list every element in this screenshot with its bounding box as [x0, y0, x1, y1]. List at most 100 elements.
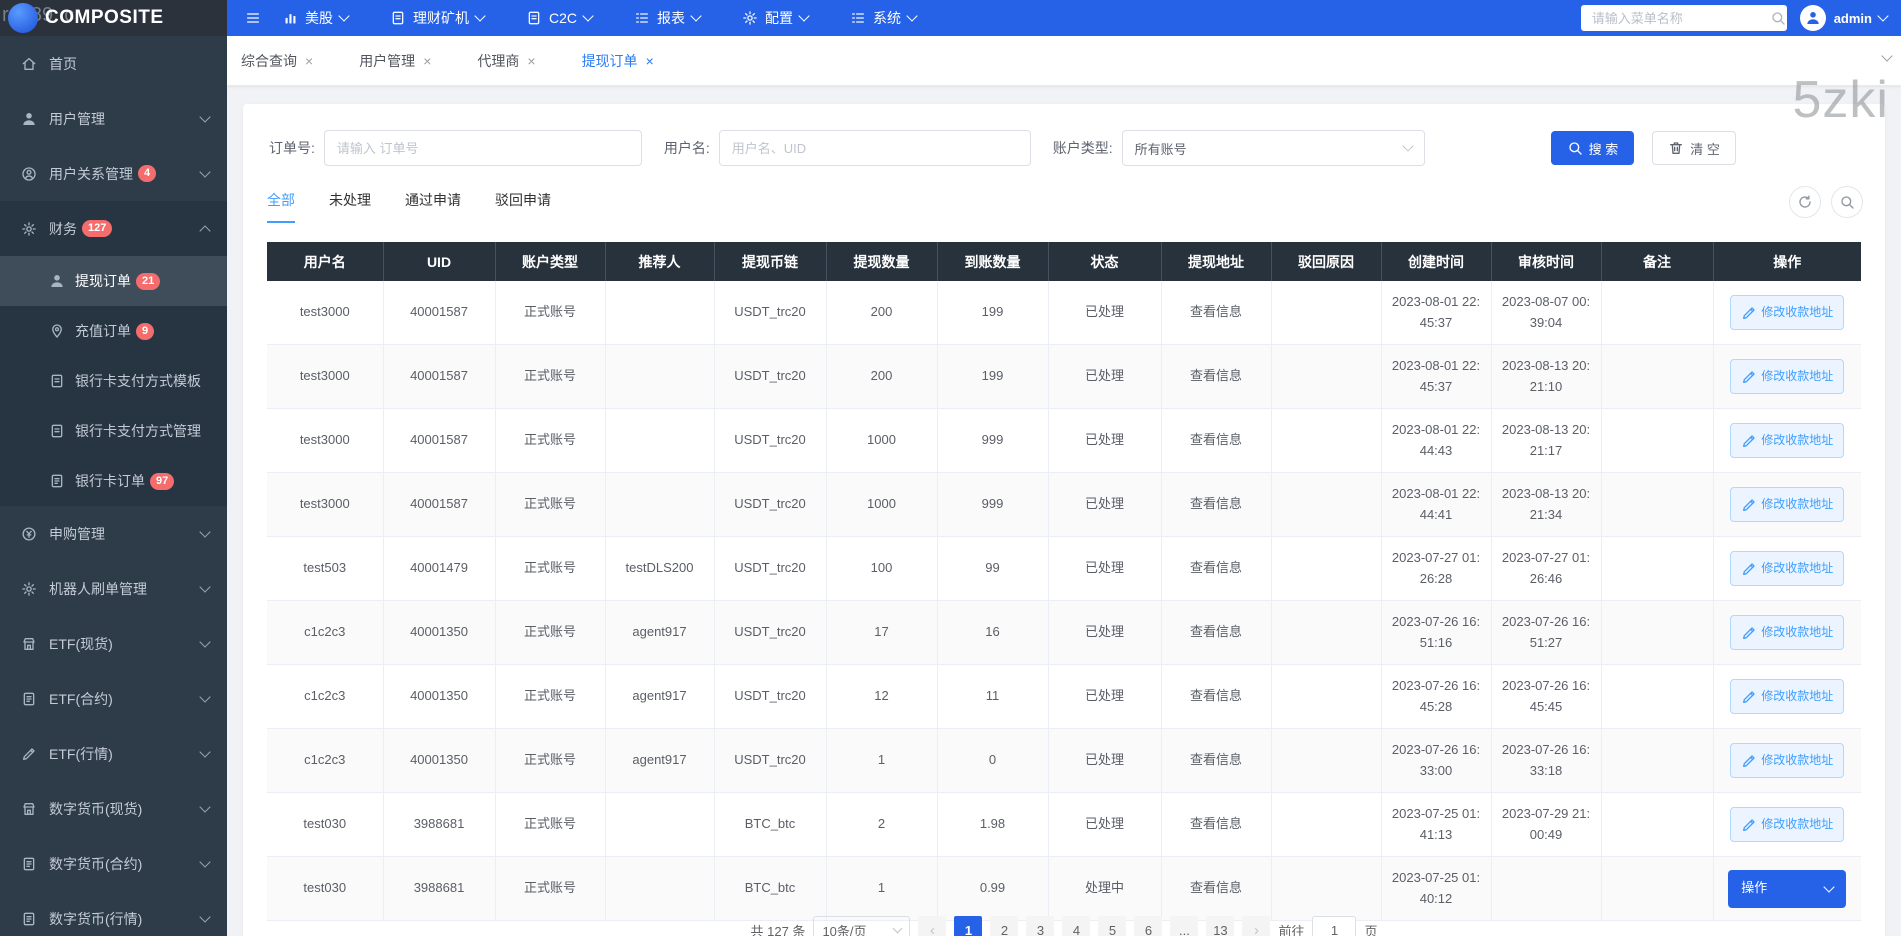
nav-menu-system[interactable]: 系统 — [850, 8, 918, 28]
tab-agents[interactable]: 代理商 × — [477, 51, 535, 71]
cell-username[interactable]: test030 — [267, 792, 384, 857]
search-icon[interactable] — [1770, 10, 1786, 26]
account-type-select[interactable]: 所有账号 — [1121, 130, 1425, 166]
user-menu[interactable]: admin — [1799, 5, 1889, 31]
sidebar-item-etf-quotes[interactable]: ETF(行情) — [0, 726, 227, 781]
sidebar-item-bankcard-orders[interactable]: 银行卡订单 97 — [0, 456, 227, 506]
page-ellipsis[interactable]: ... — [1170, 916, 1199, 936]
edit-address-button[interactable]: 修改收款地址 — [1730, 615, 1845, 650]
nav-menu-us-stocks[interactable]: 美股 — [283, 8, 350, 28]
close-icon[interactable]: × — [527, 53, 535, 69]
edit-address-button[interactable]: 修改收款地址 — [1730, 295, 1845, 330]
cell-address-link[interactable]: 查看信息 — [1161, 472, 1272, 537]
close-icon[interactable]: × — [305, 53, 313, 69]
cell-address-link[interactable]: 查看信息 — [1161, 408, 1272, 473]
sidebar-item-crypto-contract[interactable]: 数字货币(合约) — [0, 836, 227, 891]
edit-address-button[interactable]: 修改收款地址 — [1730, 551, 1845, 586]
edit-address-button[interactable]: 修改收款地址 — [1730, 423, 1845, 458]
pen-icon — [1741, 497, 1757, 513]
table-row: c1c2c3 40001350 正式账号 agent917 USDT_trc20 12 11… — [267, 664, 1861, 729]
nav-menu-wealth-mining[interactable]: 理财矿机 — [390, 8, 486, 28]
contract-icon — [20, 691, 38, 707]
edit-address-button[interactable]: 修改收款地址 — [1730, 807, 1845, 842]
sidebar-item-etf-contract[interactable]: ETF(合约) — [0, 671, 227, 726]
cell-username[interactable]: c1c2c3 — [267, 664, 384, 729]
sidebar-item-crypto-spot[interactable]: 数字货币(现货) — [0, 781, 227, 836]
clear-button[interactable]: 清 空 — [1652, 131, 1736, 165]
cell-address-link[interactable]: 查看信息 — [1161, 792, 1272, 857]
sidebar-item-user-relations[interactable]: 用户关系管理 4 — [0, 146, 227, 201]
cell-address-link[interactable]: 查看信息 — [1161, 856, 1272, 921]
sidebar-item-user-management[interactable]: 用户管理 — [0, 91, 227, 146]
close-icon[interactable]: × — [423, 53, 431, 69]
goto-page-input[interactable] — [1312, 916, 1357, 936]
page-button-5[interactable]: 5 — [1098, 916, 1127, 936]
cell-address-link[interactable]: 查看信息 — [1161, 281, 1272, 345]
nav-menu-label: 报表 — [657, 10, 686, 26]
subtab-驳回申请[interactable]: 驳回申请 — [495, 190, 551, 223]
edit-address-button[interactable]: 修改收款地址 — [1730, 743, 1845, 778]
hamburger-icon[interactable] — [245, 10, 261, 26]
sidebar-item-robot-brush-management[interactable]: 机器人刷单管理 — [0, 561, 227, 616]
sidebar-item-home[interactable]: 首页 — [0, 36, 227, 91]
sidebar-item-crypto-quotes[interactable]: 数字货币(行情) — [0, 891, 227, 936]
next-page-button[interactable]: › — [1242, 916, 1271, 936]
cell-address-link[interactable]: 查看信息 — [1161, 536, 1272, 601]
prev-page-button[interactable]: ‹ — [918, 916, 947, 936]
money-icon — [20, 526, 38, 542]
page-button-6[interactable]: 6 — [1134, 916, 1163, 936]
zoom-button[interactable] — [1831, 186, 1863, 218]
sidebar-item-finance[interactable]: 财务 127 — [0, 201, 227, 256]
tab-withdraw-orders[interactable]: 提现订单 × — [582, 51, 654, 71]
sidebar-item-label: ETF(合约) — [49, 690, 113, 707]
cell-username[interactable]: test3000 — [267, 408, 384, 473]
tab-composite-query[interactable]: 综合查询 × — [241, 51, 313, 71]
page-size-select[interactable]: 10条/页 — [813, 916, 911, 936]
order-no-input[interactable] — [323, 130, 642, 166]
refresh-button[interactable] — [1789, 186, 1821, 218]
sidebar-item-etf-spot[interactable]: ETF(现货) — [0, 616, 227, 671]
edit-address-button[interactable]: 修改收款地址 — [1730, 359, 1845, 394]
nav-menu-c2c[interactable]: C2C — [526, 10, 594, 26]
cell-address-link[interactable]: 查看信息 — [1161, 344, 1272, 409]
cell-username[interactable]: test3000 — [267, 472, 384, 537]
cell-username[interactable]: c1c2c3 — [267, 728, 384, 793]
cell-action: 修改收款地址 — [1713, 600, 1861, 665]
action-dropdown-button[interactable]: 操作 — [1728, 869, 1847, 908]
page-button-4[interactable]: 4 — [1062, 916, 1091, 936]
cell-username[interactable]: test3000 — [267, 281, 384, 345]
panel-collapse-icon[interactable] — [1881, 50, 1893, 62]
edit-address-label: 修改收款地址 — [1761, 433, 1834, 448]
sidebar-item-recharge-orders[interactable]: 充值订单 9 — [0, 306, 227, 356]
subtab-通过申请[interactable]: 通过申请 — [405, 190, 461, 223]
sidebar-item-withdraw-orders[interactable]: 提现订单 21 — [0, 256, 227, 306]
subtab-全部[interactable]: 全部 — [267, 190, 295, 223]
menu-search-input[interactable] — [1589, 9, 1770, 27]
cell-username[interactable]: c1c2c3 — [267, 600, 384, 665]
sidebar-item-bankcard-pay-manage[interactable]: 银行卡支付方式管理 — [0, 406, 227, 456]
nav-menu-reports[interactable]: 报表 — [634, 8, 702, 28]
cell-username[interactable]: test503 — [267, 536, 384, 601]
edit-address-label: 修改收款地址 — [1761, 689, 1834, 704]
page-button-1[interactable]: 1 — [954, 916, 983, 936]
username-input[interactable] — [718, 130, 1031, 166]
edit-address-button[interactable]: 修改收款地址 — [1730, 487, 1845, 522]
page-button-13[interactable]: 13 — [1206, 916, 1235, 936]
cell-username[interactable]: test3000 — [267, 344, 384, 409]
page-button-3[interactable]: 3 — [1026, 916, 1055, 936]
nav-menu-config[interactable]: 配置 — [742, 8, 810, 28]
cell-address-link[interactable]: 查看信息 — [1161, 664, 1272, 729]
edit-address-button[interactable]: 修改收款地址 — [1730, 679, 1845, 714]
close-icon[interactable]: × — [646, 53, 654, 69]
nav-search-box — [1580, 5, 1787, 31]
search-button[interactable]: 搜 索 — [1550, 131, 1635, 165]
sidebar-item-bankcard-pay-template[interactable]: 银行卡支付方式模板 — [0, 356, 227, 406]
page-button-2[interactable]: 2 — [990, 916, 1019, 936]
cell-username[interactable]: test030 — [267, 856, 384, 921]
tab-user-management[interactable]: 用户管理 × — [359, 51, 431, 71]
cell-address-link[interactable]: 查看信息 — [1161, 600, 1272, 665]
column-header: 账户类型 — [495, 242, 606, 281]
subtab-未处理[interactable]: 未处理 — [329, 190, 371, 223]
sidebar-item-subscription-management[interactable]: 申购管理 — [0, 506, 227, 561]
cell-address-link[interactable]: 查看信息 — [1161, 728, 1272, 793]
